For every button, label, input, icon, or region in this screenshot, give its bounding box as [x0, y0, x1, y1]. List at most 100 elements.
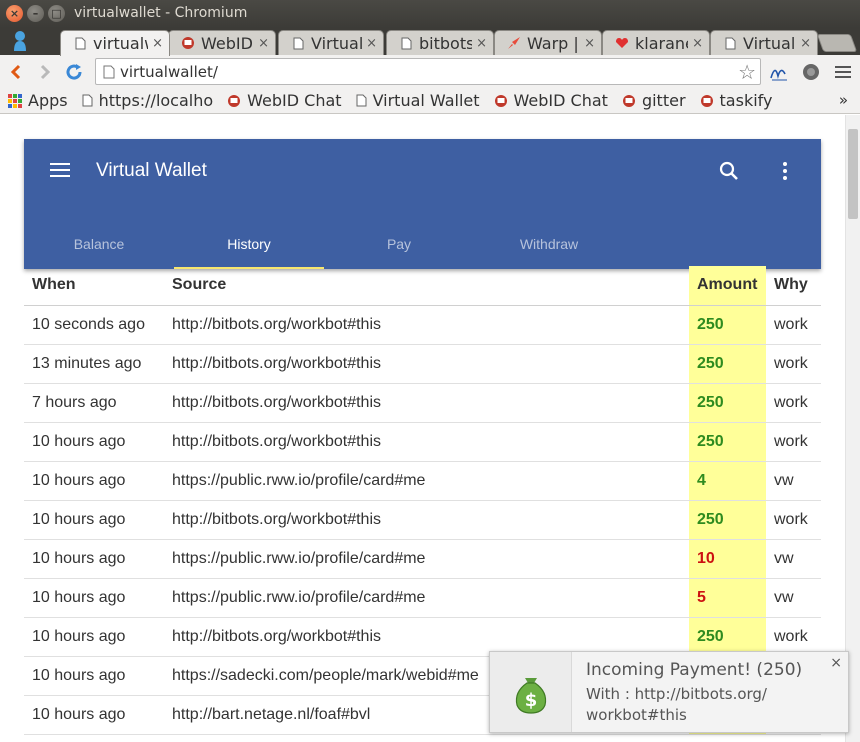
hamburger-menu-icon[interactable]: [50, 163, 70, 177]
header-why[interactable]: Why: [766, 266, 821, 306]
search-icon[interactable]: [719, 161, 739, 181]
payment-notification[interactable]: $ Incoming Payment! (250) With : http://…: [489, 651, 849, 733]
cell-source: https://public.rww.io/profile/card#me: [164, 461, 689, 501]
scrollbar-thumb[interactable]: [848, 129, 858, 219]
more-vert-icon[interactable]: [781, 162, 789, 180]
tab-close-icon[interactable]: ×: [366, 36, 377, 51]
address-input[interactable]: [120, 62, 720, 82]
header-amount[interactable]: Amount: [689, 266, 766, 306]
app-tab-bar: Balance History Pay Withdraw: [24, 219, 624, 269]
bookmark-item[interactable]: WebID Chat: [227, 91, 342, 110]
page-icon: [82, 94, 93, 107]
browser-tab-label: virtualwallet: [93, 34, 148, 53]
browser-tab-label: Warp |: [527, 33, 579, 53]
cell-source: http://bitbots.org/workbot#this: [164, 422, 689, 462]
cell-when: 10 hours ago: [24, 500, 164, 540]
money-bag-icon: $: [490, 652, 572, 732]
browser-tab[interactable]: klarane ×: [602, 30, 710, 55]
bookmark-item[interactable]: WebID Chat: [494, 91, 608, 110]
table-row: 7 hours ago http://bitbots.org/workbot#th…: [24, 383, 821, 423]
tab-close-icon[interactable]: ×: [692, 36, 703, 51]
table-row: 10 hours ago https://public.rww.io/profil…: [24, 539, 821, 579]
bookmark-item[interactable]: gitter: [622, 91, 686, 110]
cell-source: https://public.rww.io/profile/card#me: [164, 578, 689, 618]
cell-amount: 250: [689, 500, 766, 540]
tab-close-icon[interactable]: ×: [584, 36, 595, 51]
cell-amount: 4: [689, 461, 766, 501]
svg-text:$: $: [524, 690, 537, 711]
browser-tabstrip: virtualwallet×WebID×Virtual×bitbots×Warp…: [0, 28, 860, 56]
browser-tab[interactable]: bitbots ×: [386, 30, 494, 55]
forward-arrow-icon[interactable]: [34, 61, 56, 83]
webid-icon: [181, 36, 195, 50]
bookmark-label: https://localho: [98, 91, 214, 110]
tab-close-icon[interactable]: ×: [476, 36, 487, 51]
table-row: 10 seconds ago http://bitbots.org/workbot…: [24, 305, 821, 345]
cell-when: 10 hours ago: [24, 617, 164, 657]
cell-when: 13 minutes ago: [24, 344, 164, 384]
browser-tab[interactable]: Virtual ×: [278, 30, 384, 55]
window-close-button[interactable]: ×: [6, 5, 23, 22]
table-row: 10 hours ago http://bitbots.org/workbot#t…: [24, 500, 821, 540]
cell-amount: 250: [689, 344, 766, 384]
cell-why: work: [766, 344, 821, 384]
cell-when: 10 hours ago: [24, 578, 164, 618]
extension-icon[interactable]: [800, 61, 822, 83]
browser-tab[interactable]: Virtual ×: [710, 30, 818, 55]
notification-close-button[interactable]: ×: [830, 655, 842, 671]
chrome-menu-icon[interactable]: [832, 61, 854, 83]
cell-amount: 250: [689, 422, 766, 462]
cell-amount: 5: [689, 578, 766, 618]
tab-close-icon[interactable]: ×: [800, 36, 811, 51]
window-titlebar: × – □ virtualwallet - Chromium: [0, 0, 860, 28]
page-viewport: Virtual Wallet Balance History Pay Withdraw…: [0, 115, 845, 742]
tab-withdraw[interactable]: Withdraw: [474, 219, 624, 269]
bookmark-item[interactable]: https://localho: [82, 91, 214, 110]
window-maximize-button[interactable]: □: [48, 5, 65, 22]
window-minimize-button[interactable]: –: [27, 5, 44, 22]
bookmark-label: gitter: [641, 91, 686, 110]
cell-amount: 250: [689, 383, 766, 423]
cell-when: 10 hours ago: [24, 695, 164, 735]
cell-why: work: [766, 383, 821, 423]
address-bar[interactable]: ☆: [95, 58, 761, 85]
profile-avatar-icon[interactable]: [12, 30, 28, 52]
table-row: 13 minutes ago http://bitbots.org/workbot…: [24, 344, 821, 384]
tab-pay[interactable]: Pay: [324, 219, 474, 269]
bookmarks-overflow-chevron[interactable]: »: [839, 91, 848, 109]
table-row: 10 hours ago http://bitbots.org/workbot#t…: [24, 422, 821, 462]
bookmark-label: Virtual Wallet: [372, 91, 480, 110]
table-row: 10 hours ago https://public.rww.io/profil…: [24, 461, 821, 501]
tab-close-icon[interactable]: ×: [258, 36, 269, 51]
cell-amount: 10: [689, 539, 766, 579]
header-when[interactable]: When: [24, 266, 164, 306]
bookmark-item[interactable]: Virtual Wallet: [356, 91, 480, 110]
reload-icon[interactable]: [63, 61, 85, 83]
cell-source: http://bitbots.org/workbot#this: [164, 383, 689, 423]
bookmark-star-icon[interactable]: ☆: [738, 60, 756, 84]
cell-when: 10 hours ago: [24, 539, 164, 579]
cell-why: work: [766, 305, 821, 345]
bookmark-item[interactable]: taskify: [700, 91, 772, 110]
heart-icon: [615, 36, 629, 50]
browser-tab[interactable]: WebID ×: [168, 30, 276, 55]
browser-tab[interactable]: Warp | ×: [494, 30, 602, 55]
cell-when: 10 hours ago: [24, 656, 164, 696]
webid-icon: [622, 94, 636, 108]
page-scrollbar[interactable]: [845, 115, 860, 742]
cell-why: work: [766, 422, 821, 462]
header-source[interactable]: Source: [164, 266, 689, 306]
tab-balance[interactable]: Balance: [24, 219, 174, 269]
tab-close-icon[interactable]: ×: [152, 36, 163, 51]
bookmark-item[interactable]: Apps: [8, 91, 68, 110]
cell-when: 10 hours ago: [24, 461, 164, 501]
browser-tab-label: bitbots: [419, 33, 473, 53]
bookmark-label: WebID Chat: [513, 91, 608, 110]
browser-tab[interactable]: virtualwallet ×: [60, 30, 170, 56]
new-tab-button[interactable]: [816, 34, 858, 52]
tab-history[interactable]: History: [174, 219, 324, 269]
table-row: 10 hours ago https://public.rww.io/profil…: [24, 578, 821, 618]
cell-when: 10 hours ago: [24, 422, 164, 462]
signature-extension-icon[interactable]: [768, 61, 790, 83]
back-arrow-icon[interactable]: [5, 61, 27, 83]
